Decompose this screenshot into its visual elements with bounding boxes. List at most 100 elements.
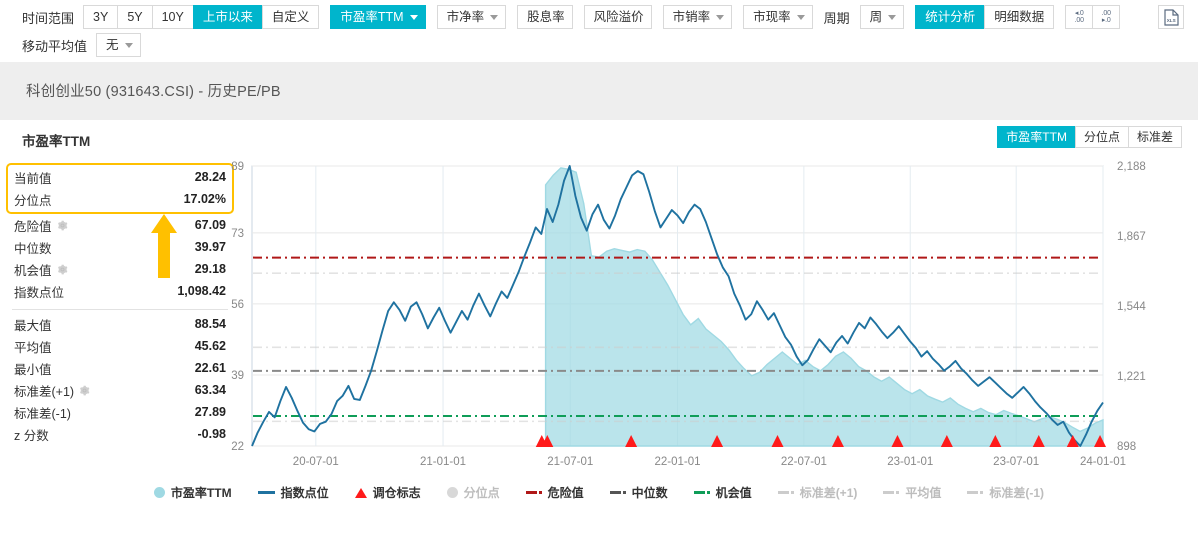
metric-select-ps-label: 市销率 bbox=[672, 10, 711, 24]
segment-percentile[interactable]: 分位点 bbox=[1074, 126, 1129, 148]
legend-dashdot-icon bbox=[777, 491, 794, 494]
stat-row-median: 中位数 39.97 bbox=[14, 236, 226, 258]
chevron-down-icon bbox=[716, 14, 725, 20]
gear-icon[interactable] bbox=[57, 220, 68, 231]
stat-label: 标准差(-1) bbox=[14, 406, 71, 421]
top-toolbar: 时间范围 3Y 5Y 10Y 上市以来 自定义 市盈率TTM 市净率 股息率 风… bbox=[0, 0, 1198, 62]
legend-dashdot-icon bbox=[967, 491, 984, 494]
stat-label: z 分数 bbox=[14, 428, 49, 443]
metric-select-pb-label: 市净率 bbox=[446, 10, 485, 24]
stat-row-z-score: z 分数 -0.98 bbox=[14, 423, 226, 445]
metric-select-pe-ttm[interactable]: 市盈率TTM bbox=[330, 5, 426, 29]
range-button-custom[interactable]: 自定义 bbox=[261, 5, 320, 29]
legend-label: 标准差(-1) bbox=[989, 486, 1045, 500]
legend-item-pe-ttm[interactable]: 市盈率TTM bbox=[153, 484, 232, 501]
metric-select-pcf[interactable]: 市现率 bbox=[743, 5, 813, 29]
legend-label: 平均值 bbox=[905, 486, 942, 500]
stat-label: 标准差(+1) bbox=[14, 384, 75, 399]
gear-icon[interactable] bbox=[79, 385, 90, 396]
period-label: 周期 bbox=[823, 10, 850, 26]
page-title: 科创创业50 (931643.CSI) - 历史PE/PB bbox=[26, 84, 281, 100]
legend-item-rebalance-marker[interactable]: 调仓标志 bbox=[354, 484, 421, 501]
stat-row-opportunity-value: 机会值 29.18 bbox=[14, 258, 226, 280]
statistics-group-primary: 危险值 67.09 中位数 39.97 机会值 29.18 指数点位 1,098… bbox=[6, 214, 234, 302]
chart-legend: 市盈率TTM 指数点位 调仓标志 分位点 危险值 中位数 机会值 标准差(+1)… bbox=[0, 484, 1198, 501]
stat-row-current-value: 当前值 28.24 bbox=[14, 166, 226, 188]
legend-label: 调仓标志 bbox=[372, 486, 421, 500]
xls-export-icon[interactable]: XLS bbox=[1158, 5, 1184, 29]
range-button-3y[interactable]: 3Y bbox=[83, 5, 119, 29]
stat-label: 中位数 bbox=[14, 241, 52, 256]
legend-item-opportunity-value[interactable]: 机会值 bbox=[693, 484, 752, 501]
segment-stddev[interactable]: 标准差 bbox=[1127, 126, 1182, 148]
legend-label: 标准差(+1) bbox=[799, 486, 858, 500]
legend-label: 指数点位 bbox=[280, 486, 329, 500]
moving-average-value: 无 bbox=[106, 38, 119, 52]
metric-select-dividend-yield-label: 股息率 bbox=[527, 10, 565, 24]
metric-select-ps[interactable]: 市销率 bbox=[662, 5, 733, 29]
stat-value: 67.09 bbox=[194, 218, 226, 232]
moving-average-select[interactable]: 无 bbox=[96, 33, 141, 57]
range-button-5y[interactable]: 5Y bbox=[117, 5, 153, 29]
stat-label: 当前值 bbox=[14, 171, 52, 186]
segment-pe-ttm[interactable]: 市盈率TTM bbox=[997, 126, 1076, 148]
legend-item-stddev-minus1[interactable]: 标准差(-1) bbox=[967, 484, 1044, 501]
stat-label: 最小值 bbox=[14, 362, 52, 377]
toolbar-row-primary: 时间范围 3Y 5Y 10Y 上市以来 自定义 市盈率TTM 市净率 股息率 风… bbox=[22, 5, 1131, 29]
period-select[interactable]: 周 bbox=[859, 5, 905, 29]
legend-item-stddev-plus1[interactable]: 标准差(+1) bbox=[777, 484, 858, 501]
stat-label: 指数点位 bbox=[14, 285, 65, 300]
legend-dashdot-icon bbox=[525, 491, 542, 494]
metric-select-pb[interactable]: 市净率 bbox=[436, 5, 507, 29]
view-mode-button-group: 统计分析 明细数据 bbox=[915, 5, 1055, 29]
decimal-increase-icon[interactable]: ◂.0.00 bbox=[1065, 5, 1094, 29]
decimal-decrease-icon[interactable]: .00 ▸.0 bbox=[1092, 5, 1121, 29]
legend-label: 危险值 bbox=[547, 486, 584, 500]
legend-item-index-points[interactable]: 指数点位 bbox=[257, 484, 329, 501]
stat-row-index-points: 指数点位 1,098.42 bbox=[14, 280, 226, 302]
legend-label: 市盈率TTM bbox=[170, 486, 232, 500]
stat-row-stddev-minus1: 标准差(-1) 27.89 bbox=[14, 401, 226, 423]
current-value-highlight-box: 当前值 28.24 分位点 17.02% bbox=[6, 163, 234, 214]
time-range-button-group: 3Y 5Y 10Y 上市以来 自定义 bbox=[83, 5, 320, 29]
stat-row-min: 最小值 22.61 bbox=[14, 357, 226, 379]
chevron-down-icon bbox=[888, 14, 897, 20]
chevron-down-icon bbox=[796, 14, 805, 20]
moving-average-label: 移动平均值 bbox=[22, 38, 88, 54]
legend-item-percentile[interactable]: 分位点 bbox=[446, 484, 500, 501]
view-button-statistics[interactable]: 统计分析 bbox=[915, 5, 986, 29]
range-button-since-listing[interactable]: 上市以来 bbox=[192, 5, 263, 29]
stat-value: 17.02% bbox=[183, 192, 226, 206]
statistics-group-secondary: 最大值 88.54 平均值 45.62 最小值 22.61 标准差(+1) 63… bbox=[6, 313, 234, 445]
stat-label: 危险值 bbox=[14, 219, 52, 234]
gear-icon[interactable] bbox=[57, 264, 68, 275]
legend-dot-icon bbox=[446, 487, 458, 498]
decimal-precision-group: ◂.0.00 .00 ▸.0 bbox=[1065, 5, 1121, 29]
stat-label: 机会值 bbox=[14, 263, 52, 278]
stat-value: 45.62 bbox=[194, 339, 226, 353]
stat-row-average: 平均值 45.62 bbox=[14, 335, 226, 357]
legend-dashdot-icon bbox=[693, 491, 710, 494]
stat-row-danger-value: 危险值 67.09 bbox=[14, 214, 226, 236]
stat-value: 29.18 bbox=[194, 262, 226, 276]
stat-label: 最大值 bbox=[14, 318, 52, 333]
chart-view-segmented-control: 市盈率TTM 分位点 标准差 bbox=[997, 126, 1182, 148]
range-button-10y[interactable]: 10Y bbox=[151, 5, 194, 29]
view-button-detail-data[interactable]: 明细数据 bbox=[984, 5, 1055, 29]
stats-divider bbox=[12, 309, 228, 310]
legend-dot-icon bbox=[153, 487, 165, 498]
stat-row-percentile: 分位点 17.02% bbox=[14, 188, 226, 210]
legend-item-median[interactable]: 中位数 bbox=[609, 484, 668, 501]
stat-value: 88.54 bbox=[194, 317, 226, 331]
legend-triangle-icon bbox=[354, 487, 367, 498]
chevron-down-icon bbox=[409, 14, 418, 20]
legend-label: 机会值 bbox=[715, 486, 752, 500]
toolbar-row-secondary: 移动平均值 无 bbox=[22, 33, 152, 57]
period-select-value: 周 bbox=[869, 10, 883, 24]
metric-select-pcf-label: 市现率 bbox=[753, 10, 791, 24]
legend-item-average[interactable]: 平均值 bbox=[883, 484, 941, 501]
legend-item-danger-value[interactable]: 危险值 bbox=[525, 484, 584, 501]
metric-select-dividend-yield[interactable]: 股息率 bbox=[517, 5, 573, 29]
stat-row-stddev-plus1: 标准差(+1) 63.34 bbox=[14, 379, 226, 401]
metric-select-risk-premium[interactable]: 风险溢价 bbox=[583, 5, 652, 29]
